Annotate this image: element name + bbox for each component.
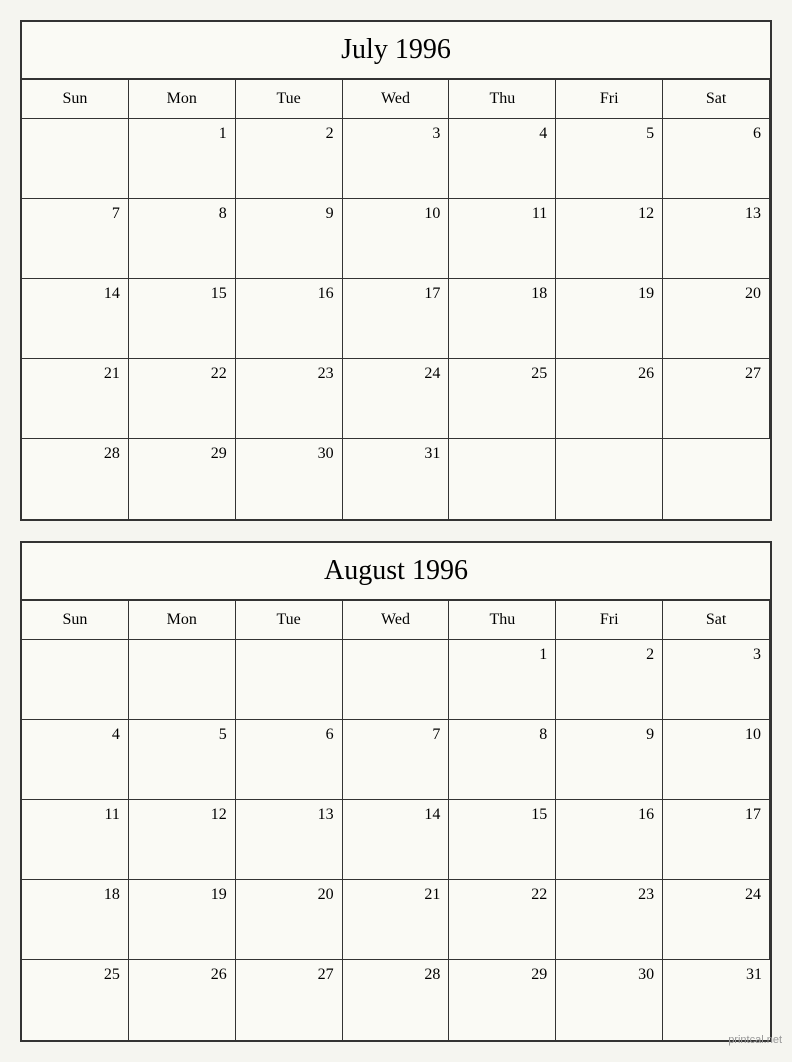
day-cell: 2	[236, 119, 343, 199]
day-cell: 26	[129, 960, 236, 1040]
day-cell: 19	[556, 279, 663, 359]
day-header-mon: Mon	[129, 80, 236, 119]
day-cell: 27	[236, 960, 343, 1040]
day-header-thu: Thu	[449, 80, 556, 119]
day-cell: 3	[343, 119, 450, 199]
day-cell: 28	[22, 439, 129, 519]
day-header-sun: Sun	[22, 80, 129, 119]
day-cell: 8	[129, 199, 236, 279]
day-cell: 6	[236, 720, 343, 800]
day-cell: 27	[663, 359, 770, 439]
day-cell: 4	[449, 119, 556, 199]
day-cell	[556, 439, 663, 519]
day-cell: 24	[343, 359, 450, 439]
day-cell: 6	[663, 119, 770, 199]
day-cell: 1	[449, 640, 556, 720]
day-cell: 30	[236, 439, 343, 519]
day-cell: 23	[556, 880, 663, 960]
day-cell: 15	[449, 800, 556, 880]
watermark: printcal.net	[728, 1034, 782, 1046]
day-cell	[343, 640, 450, 720]
day-cell: 3	[663, 640, 770, 720]
day-cell: 5	[556, 119, 663, 199]
day-cell: 24	[663, 880, 770, 960]
day-cell: 10	[343, 199, 450, 279]
day-cell: 18	[22, 880, 129, 960]
day-cell: 20	[236, 880, 343, 960]
day-cell: 22	[129, 359, 236, 439]
day-cell: 31	[663, 960, 770, 1040]
day-cell: 9	[556, 720, 663, 800]
day-cell: 12	[556, 199, 663, 279]
day-cell: 7	[22, 199, 129, 279]
day-cell: 13	[663, 199, 770, 279]
day-header-fri: Fri	[556, 80, 663, 119]
day-header-mon: Mon	[129, 601, 236, 640]
day-header-sat: Sat	[663, 601, 770, 640]
day-header-fri: Fri	[556, 601, 663, 640]
day-cell: 25	[449, 359, 556, 439]
day-cell	[129, 640, 236, 720]
day-cell: 11	[449, 199, 556, 279]
day-cell: 18	[449, 279, 556, 359]
day-cell: 23	[236, 359, 343, 439]
day-header-thu: Thu	[449, 601, 556, 640]
day-cell: 14	[343, 800, 450, 880]
calendar-august-1996: August 1996SunMonTueWedThuFriSat12345678…	[20, 541, 772, 1042]
day-cell: 21	[343, 880, 450, 960]
day-header-sun: Sun	[22, 601, 129, 640]
day-cell: 25	[22, 960, 129, 1040]
day-cell	[663, 439, 770, 519]
day-cell: 10	[663, 720, 770, 800]
day-header-tue: Tue	[236, 601, 343, 640]
day-header-wed: Wed	[343, 601, 450, 640]
day-cell: 19	[129, 880, 236, 960]
day-cell: 30	[556, 960, 663, 1040]
day-cell: 21	[22, 359, 129, 439]
day-cell	[22, 119, 129, 199]
day-cell: 22	[449, 880, 556, 960]
day-cell: 4	[22, 720, 129, 800]
calendar-title-august-1996: August 1996	[22, 543, 770, 601]
day-cell: 28	[343, 960, 450, 1040]
day-cell	[22, 640, 129, 720]
calendar-title-july-1996: July 1996	[22, 22, 770, 80]
day-cell	[449, 439, 556, 519]
day-cell: 9	[236, 199, 343, 279]
day-cell: 11	[22, 800, 129, 880]
day-cell: 17	[663, 800, 770, 880]
day-cell: 26	[556, 359, 663, 439]
day-cell: 13	[236, 800, 343, 880]
day-cell: 17	[343, 279, 450, 359]
day-cell: 29	[129, 439, 236, 519]
day-cell: 15	[129, 279, 236, 359]
day-cell: 7	[343, 720, 450, 800]
day-header-sat: Sat	[663, 80, 770, 119]
day-cell: 8	[449, 720, 556, 800]
day-cell: 2	[556, 640, 663, 720]
calendar-july-1996: July 1996SunMonTueWedThuFriSat1234567891…	[20, 20, 772, 521]
day-cell: 1	[129, 119, 236, 199]
day-cell: 12	[129, 800, 236, 880]
day-cell: 16	[236, 279, 343, 359]
day-cell: 16	[556, 800, 663, 880]
day-cell: 5	[129, 720, 236, 800]
day-header-tue: Tue	[236, 80, 343, 119]
day-cell: 31	[343, 439, 450, 519]
day-cell: 14	[22, 279, 129, 359]
day-cell	[236, 640, 343, 720]
day-header-wed: Wed	[343, 80, 450, 119]
day-cell: 29	[449, 960, 556, 1040]
day-cell: 20	[663, 279, 770, 359]
